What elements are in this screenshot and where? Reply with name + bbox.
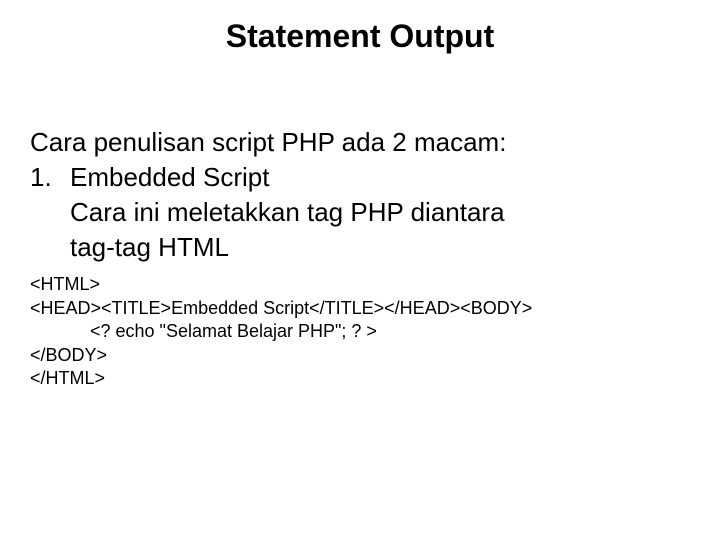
- code-line-4: </BODY>: [30, 344, 690, 367]
- code-line-3: <? echo "Selamat Belajar PHP"; ? >: [30, 320, 690, 343]
- slide: Statement Output Cara penulisan script P…: [0, 0, 720, 390]
- list-number: 1.: [30, 160, 70, 195]
- list-desc-line-1: Cara ini meletakkan tag PHP diantara: [30, 195, 690, 230]
- list-desc-line-2: tag-tag HTML: [30, 230, 690, 265]
- code-example: <HTML> <HEAD><TITLE>Embedded Script</TIT…: [30, 273, 690, 390]
- code-line-2: <HEAD><TITLE>Embedded Script</TITLE></HE…: [30, 297, 690, 320]
- list-heading: Embedded Script: [70, 160, 269, 195]
- code-line-1: <HTML>: [30, 273, 690, 296]
- body-content: Cara penulisan script PHP ada 2 macam: 1…: [30, 125, 690, 265]
- list-item-1: 1. Embedded Script: [30, 160, 690, 195]
- intro-text: Cara penulisan script PHP ada 2 macam:: [30, 125, 690, 160]
- code-line-5: </HTML>: [30, 367, 690, 390]
- slide-title: Statement Output: [30, 18, 690, 55]
